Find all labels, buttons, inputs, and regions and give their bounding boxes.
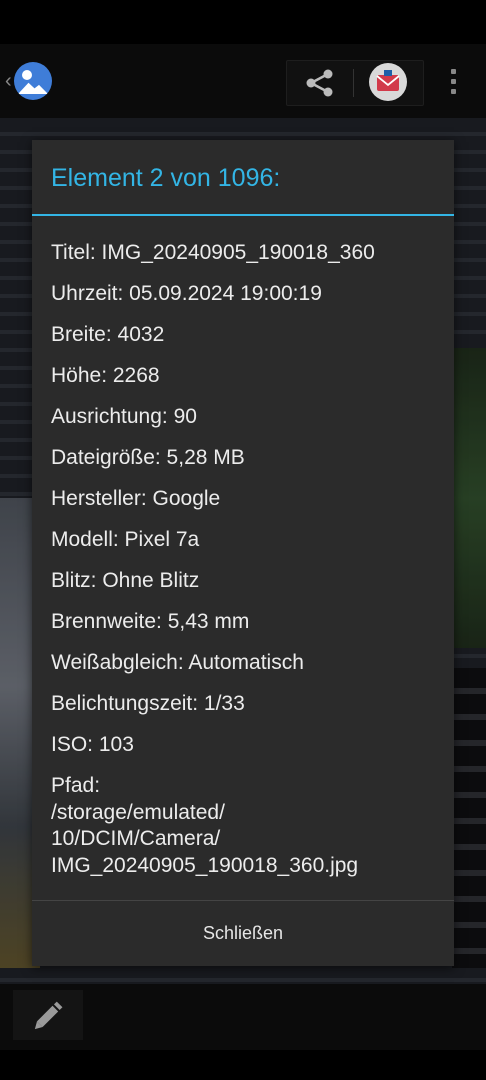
gallery-app-icon[interactable] [14, 62, 52, 100]
system-nav-area [0, 1050, 486, 1080]
path-label: Pfad: [51, 774, 101, 797]
status-bar [0, 0, 486, 44]
dialog-title: Element 2 von 1096: [51, 164, 281, 192]
info-height: Höhe: 2268 [51, 364, 160, 387]
photo-detail-monitor [452, 348, 486, 648]
info-width: Breite: 4032 [51, 323, 165, 346]
info-exposure: Belichtungszeit: 1/33 [51, 692, 245, 715]
path-line-1: /storage/emulated/ [51, 800, 225, 824]
info-time: Uhrzeit: 05.09.2024 19:00:19 [51, 282, 322, 305]
info-path: Pfad: /storage/emulated/ 10/DCIM/Camera/… [51, 773, 441, 879]
mail-icon [369, 63, 407, 101]
info-model: Modell: Pixel 7a [51, 528, 200, 551]
action-divider [353, 69, 354, 97]
mail-button[interactable] [361, 61, 421, 105]
share-button[interactable] [287, 61, 353, 105]
pencil-icon [34, 1001, 63, 1030]
photo-detail-keyboard [452, 668, 486, 968]
info-manufacturer: Hersteller: Google [51, 487, 221, 510]
info-file-size: Dateigröße: 5,28 MB [51, 446, 245, 469]
top-app-bar: ‹ [0, 44, 486, 118]
details-dialog: Element 2 von 1096: Titel: IMG_20240905_… [32, 140, 454, 966]
info-flash: Blitz: Ohne Blitz [51, 569, 200, 592]
close-button[interactable]: Schließen [32, 901, 454, 966]
overflow-menu-icon[interactable] [440, 60, 468, 104]
info-iso: ISO: 103 [51, 733, 134, 756]
title-divider [32, 214, 454, 216]
back-chevron-icon[interactable]: ‹ [5, 70, 12, 93]
info-focal-length: Brennweite: 5,43 mm [51, 610, 250, 633]
action-group [286, 60, 424, 106]
path-line-3: IMG_20240905_190018_360.jpg [51, 853, 359, 877]
bottom-bar [0, 984, 486, 1050]
edit-button[interactable] [13, 990, 83, 1040]
info-white-balance: Weißabgleich: Automatisch [51, 651, 304, 674]
info-list: Titel: IMG_20240905_190018_360 Uhrzeit: … [51, 240, 441, 879]
path-line-2: 10/DCIM/Camera/ [51, 827, 221, 850]
share-icon [306, 69, 333, 97]
info-title: Titel: IMG_20240905_190018_360 [51, 241, 375, 264]
info-orientation: Ausrichtung: 90 [51, 405, 197, 428]
